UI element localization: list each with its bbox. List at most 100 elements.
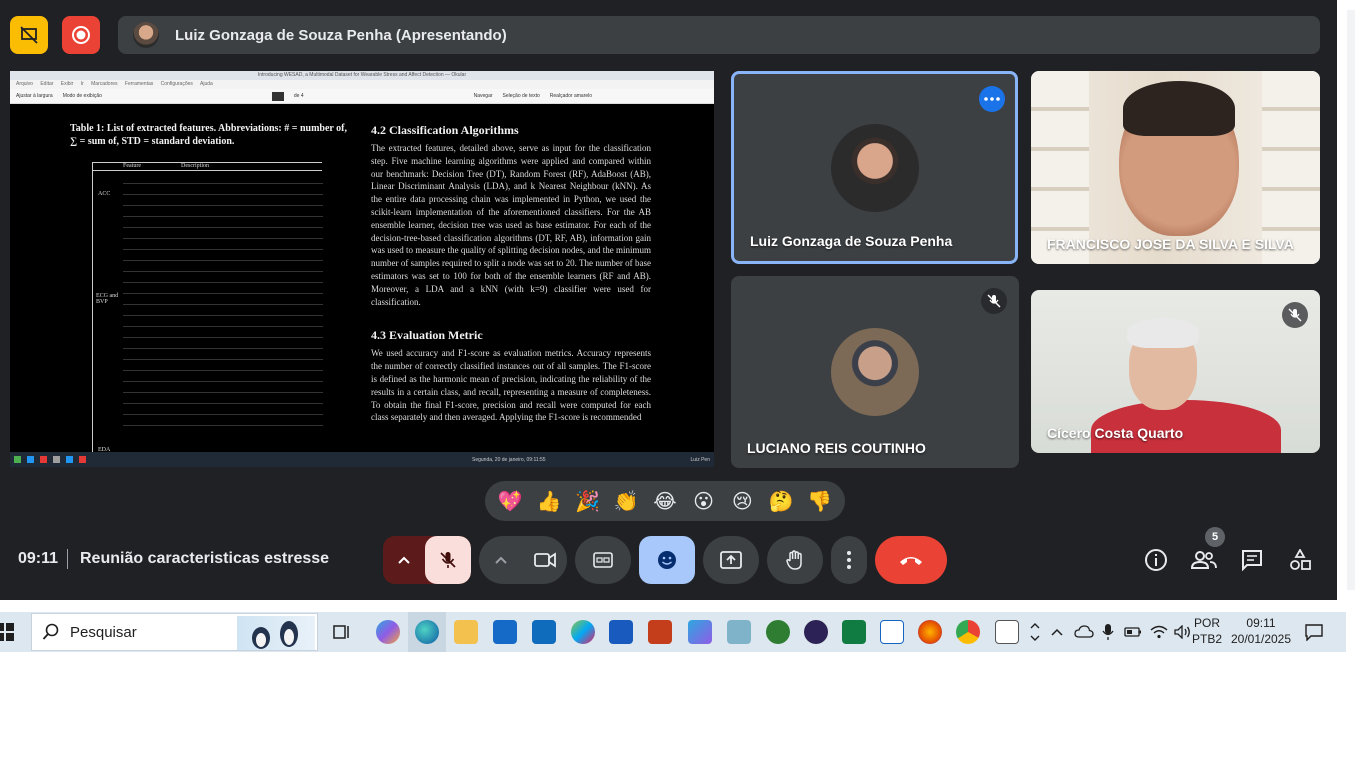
more-options-button[interactable] [831,536,867,584]
participant-tile[interactable]: LUCIANO REIS COUTINHO [731,276,1019,468]
eclipse-icon[interactable] [804,620,828,644]
participant-video [1127,318,1199,348]
video-options-button[interactable] [479,536,523,584]
copilot-icon[interactable] [376,620,400,644]
activities-icon [1290,549,1311,570]
okular-toolbar: Ajustar à largura Modo de exibição de 4 … [10,89,714,104]
group-acc: ACC [98,191,111,197]
volume-icon[interactable] [1174,625,1192,639]
participant-tile[interactable]: Luiz Gonzaga de Souza Penha [731,71,1018,264]
participant-name: Cícero Costa Quarto [1047,425,1184,441]
battery-icon[interactable] [1124,626,1142,638]
present-screen-button[interactable] [703,536,759,584]
reaction-thumbs-up[interactable]: 👍 [534,489,564,514]
more-options-icon[interactable] [979,86,1005,112]
table-row [123,404,323,415]
app-icon[interactable] [766,620,790,644]
activities-button[interactable] [1286,546,1314,574]
feature-table: Feature Description ACC ECG and BVP EDA [92,162,323,462]
participant-name: LUCIANO REIS COUTINHO [747,440,926,456]
taskbar-scroll-arrows[interactable] [1028,620,1042,644]
participant-tile[interactable]: FRANCISCO JOSE DA SILVA E SILVA [1031,71,1320,264]
participant-avatar [831,328,919,416]
camera-control [479,536,567,584]
chrome-icon[interactable] [956,620,980,644]
chevron-up-icon[interactable] [1050,627,1064,637]
reactions-bar: 💖 👍 🎉 👏 😂 😮 😢 🤔 👎 [485,481,845,521]
group-ecg-bvp: ECG and BVP [96,293,119,305]
table-row [123,250,323,261]
word-icon[interactable] [609,620,633,644]
system-tray [1048,612,1192,652]
reaction-clap[interactable]: 👏 [611,489,641,514]
table-row [123,217,323,228]
feature-column-header: Feature [123,163,141,169]
people-button[interactable] [1190,546,1218,574]
reaction-sad[interactable]: 😢 [727,489,757,514]
task-view-icon[interactable] [330,620,354,644]
outlook-icon[interactable] [532,620,556,644]
table-block: Table 1: List of extracted features. Abb… [70,122,350,148]
cloud-icon[interactable] [1074,625,1094,639]
participant-tile[interactable]: Cícero Costa Quarto [1031,290,1320,453]
table-row [123,393,323,404]
section-4-2-body: The extracted features, detailed above, … [371,143,651,307]
recording-button[interactable] [62,16,100,54]
scroll-thumb[interactable] [1347,10,1355,590]
table-row [123,272,323,283]
section-4-2-title: 4.2 Classification Algorithms [371,123,519,137]
audio-options-button[interactable] [383,536,425,584]
leave-call-button[interactable] [875,536,947,584]
document-icon[interactable] [995,620,1019,644]
present-screen-icon [720,551,742,569]
presenter-label: Luiz Gonzaga de Souza Penha (Apresentand… [175,26,507,44]
captions-button[interactable] [575,536,631,584]
app-icon[interactable] [880,620,904,644]
remote-app-icon [66,456,73,463]
notifications-button[interactable] [1304,612,1324,652]
table-row [123,360,323,371]
m365-icon[interactable] [688,620,712,644]
table-row [123,338,323,349]
toggle-camera-button[interactable] [523,536,567,584]
reaction-surprised[interactable]: 😮 [689,489,719,514]
excel-icon[interactable] [842,620,866,644]
reaction-thumbs-down[interactable]: 👎 [805,489,835,514]
record-icon [72,26,90,44]
wifi-icon[interactable] [1150,625,1168,639]
info-icon [1145,549,1167,571]
taskbar-search[interactable]: Pesquisar [31,613,318,651]
powerpoint-icon[interactable] [648,620,672,644]
mic-off-icon [1282,302,1308,328]
notification-icon [1305,624,1323,641]
remote-taskbar: Segunda, 20 de janeiro, 09:11:55 Luiz Pe… [10,452,714,467]
paint-icon[interactable] [571,620,595,644]
reaction-heart[interactable]: 💖 [495,489,525,514]
reaction-laugh[interactable]: 😂 [650,489,680,514]
reaction-thinking[interactable]: 🤔 [766,489,796,514]
participant-name: Luiz Gonzaga de Souza Penha [750,233,953,249]
camera-icon [534,552,556,568]
raise-hand-button[interactable] [767,536,823,584]
meeting-title: Reunião caracteristicas estresse [80,550,330,567]
toggle-mic-button[interactable] [425,536,471,584]
mic-off-icon [981,288,1007,314]
microphone-icon[interactable] [1102,623,1114,641]
search-placeholder: Pesquisar [70,623,137,641]
windows-start-button[interactable] [0,623,14,641]
chat-button[interactable] [1238,546,1266,574]
keyboard-language[interactable]: POR PTB2 [1192,615,1222,647]
file-explorer-icon[interactable] [454,620,478,644]
remote-datetime: Segunda, 20 de janeiro, 09:11:55 [472,456,546,463]
app-icon[interactable] [727,620,751,644]
edge-icon[interactable] [415,620,439,644]
stop-presenting-button[interactable] [10,16,48,54]
reactions-button[interactable] [639,536,695,584]
firefox-icon[interactable] [918,620,942,644]
reaction-party[interactable]: 🎉 [573,489,603,514]
section-4-3-title: 4.3 Evaluation Metric [371,328,483,343]
meeting-details-button[interactable] [1142,546,1170,574]
page-scrollbar[interactable] [1337,0,1366,600]
store-icon[interactable] [493,620,517,644]
system-clock[interactable]: 09:11 20/01/2025 [1228,615,1294,647]
